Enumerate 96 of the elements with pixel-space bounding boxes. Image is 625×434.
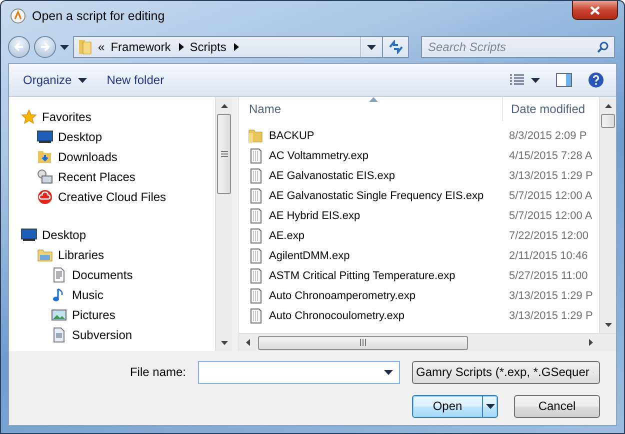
file-name-field[interactable] (198, 360, 400, 384)
nav-pane-item[interactable]: Desktop (9, 127, 102, 147)
list-view-icon (509, 74, 525, 86)
file-row[interactable]: AE.exp (239, 228, 503, 244)
scroll-thumb[interactable] (217, 114, 231, 194)
app-icon (10, 8, 26, 24)
recent-places-icon (37, 169, 53, 185)
dialog-button[interactable]: Cancel (514, 394, 600, 418)
download-folder-icon (37, 149, 53, 165)
column-header[interactable]: Date modified (503, 97, 586, 121)
file-icon (248, 208, 264, 224)
chevron-right-icon (178, 43, 184, 51)
library-folder-icon (37, 247, 53, 263)
file-row[interactable]: BACKUP (239, 128, 503, 144)
search-icon (597, 41, 609, 53)
monitor-icon (37, 129, 53, 145)
nav-pane-item[interactable]: Subversion (9, 325, 132, 345)
file-icon (248, 308, 264, 324)
nav-pane-item[interactable]: Pictures (9, 305, 116, 325)
arrow-right-icon (40, 42, 50, 52)
scroll-down-icon[interactable] (220, 340, 228, 344)
document-icon (51, 267, 67, 283)
history-caret-icon (60, 44, 69, 50)
address-bar[interactable]: « Framework Scripts (73, 36, 383, 58)
search-field[interactable]: Search Scripts (421, 36, 615, 58)
overflow-chevron[interactable]: « (98, 40, 105, 54)
scroll-thumb[interactable] (258, 336, 468, 350)
forward-button[interactable] (34, 36, 56, 58)
file-row[interactable]: Auto Chronocoulometry.exp (239, 308, 503, 324)
scroll-down-icon[interactable] (604, 322, 612, 326)
nav-pane-item[interactable]: Documents (9, 265, 133, 285)
folder-icon (248, 128, 264, 144)
table-cell-text: 4/15/2015 7:28 A (508, 150, 592, 162)
scroll-left-icon[interactable] (246, 339, 250, 346)
back-button[interactable] (8, 36, 30, 58)
nav-pane-item[interactable]: Desktop (9, 225, 86, 245)
arrow-left-icon (14, 42, 24, 52)
table-cell-text: 5/27/2015 11:00 (508, 270, 588, 282)
file-icon (248, 168, 264, 184)
table-cell-text: 7/22/2015 12:00 (508, 230, 589, 242)
table-cell-text: 3/13/2015 1:29 P (508, 310, 593, 322)
grip-icon (360, 339, 366, 346)
toolbar-button[interactable]: New folder (98, 70, 172, 90)
file-row[interactable]: ASTM Critical Pitting Temperature.exp (239, 268, 503, 284)
table-cell-text: 2/11/2015 10:46 (508, 250, 588, 262)
file-type-dropdown[interactable]: Gamry Scripts (*.exp, *.GSequer (412, 360, 600, 384)
nav-pane-item[interactable]: Creative Cloud Files (9, 187, 166, 207)
file-row[interactable]: Auto Chronoamperometry.exp (239, 288, 503, 304)
monitor-icon (21, 227, 37, 243)
document-icon (51, 327, 67, 343)
star-icon (21, 109, 37, 125)
refresh-icon (388, 40, 404, 54)
scrollbar[interactable] (599, 97, 616, 333)
file-icon (248, 248, 264, 264)
nav-pane-item[interactable]: Libraries (9, 245, 104, 265)
file-row[interactable]: AgilentDMM.exp (239, 248, 503, 264)
split-dropdown[interactable] (482, 396, 497, 416)
file-row[interactable]: AE Hybrid EIS.exp (239, 208, 503, 224)
folder-icon (78, 39, 92, 55)
chevron-right-icon (234, 43, 240, 51)
table-cell-text: 5/7/2015 12:00 A (508, 190, 592, 202)
file-name-label: File name: (130, 365, 186, 379)
cloud-files-icon (37, 189, 53, 205)
close-icon (590, 6, 600, 14)
breadcrumb[interactable]: Scripts (190, 40, 226, 54)
scroll-up-icon[interactable] (604, 104, 612, 108)
window-title: Open a script for editing (32, 9, 166, 23)
nav-pane-item[interactable]: Favorites (9, 107, 92, 127)
nav-pane-item[interactable]: Music (9, 285, 104, 305)
table-cell-text: 3/13/2015 1:29 P (508, 170, 593, 182)
preview-pane-icon (556, 73, 572, 87)
scroll-up-icon[interactable] (220, 104, 228, 108)
help-icon (588, 72, 604, 88)
file-row[interactable]: AE Galvanostatic Single Frequency EIS.exp (239, 188, 503, 204)
table-cell-text: 8/3/2015 2:09 P (508, 130, 587, 142)
table-cell-text: 3/13/2015 1:29 P (508, 290, 593, 302)
refresh-button[interactable] (383, 36, 409, 58)
file-row[interactable]: AC Voltammetry.exp (239, 148, 503, 164)
breadcrumb[interactable]: Framework (110, 40, 171, 54)
table-cell-text: 5/7/2015 12:00 A (508, 210, 592, 222)
dialog-button[interactable]: Open (412, 394, 498, 418)
file-icon (248, 228, 264, 244)
close-button[interactable] (572, 1, 618, 20)
file-icon (248, 288, 264, 304)
scrollbar[interactable] (215, 97, 232, 351)
scroll-right-icon[interactable] (588, 339, 592, 346)
file-row[interactable]: AE Galvanostatic EIS.exp (239, 168, 503, 184)
file-icon (248, 188, 264, 204)
nav-pane-item[interactable]: Recent Places (9, 167, 136, 187)
picture-icon (51, 307, 67, 323)
scroll-thumb[interactable] (601, 114, 615, 128)
nav-pane-item[interactable]: Downloads (9, 147, 118, 167)
grip-icon (220, 151, 228, 157)
file-icon (248, 268, 264, 284)
file-icon (248, 148, 264, 164)
toolbar-button[interactable]: Organize (15, 70, 95, 90)
